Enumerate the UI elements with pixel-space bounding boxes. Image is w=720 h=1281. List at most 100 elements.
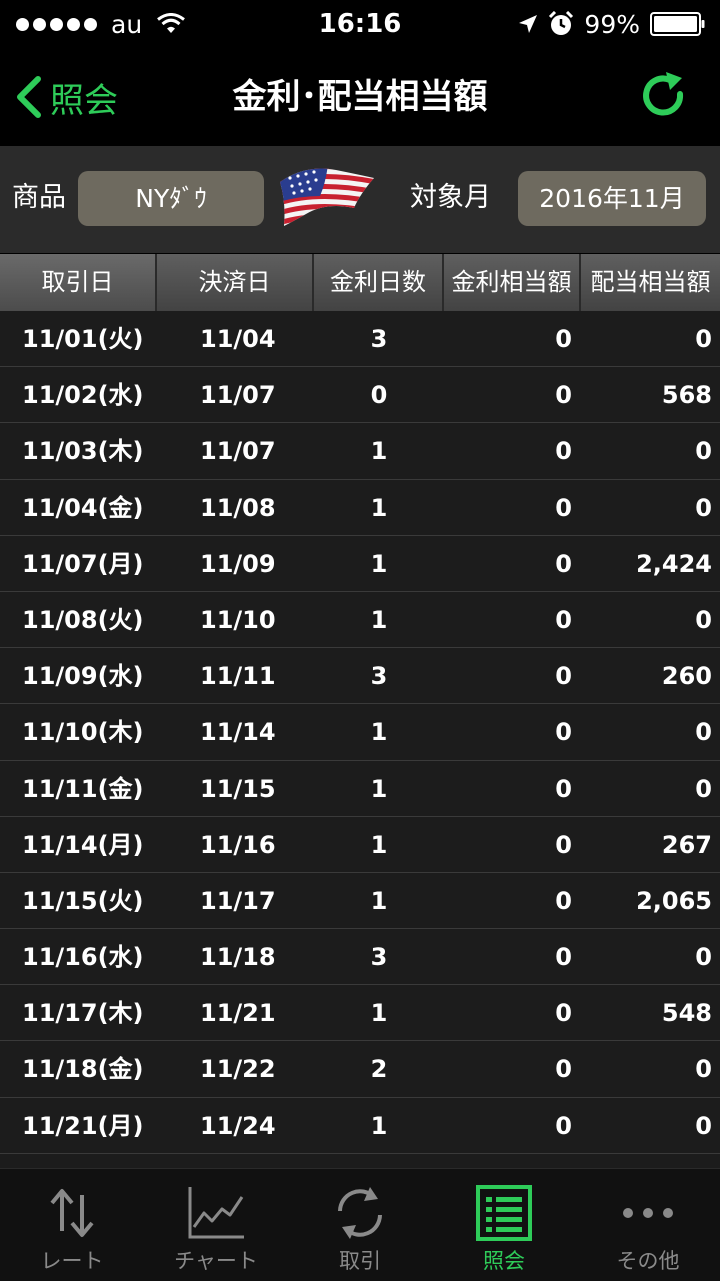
settle-date: 11/22 (200, 1055, 276, 1084)
trade-date: 11/16(水) (22, 943, 144, 972)
interest-amount: 0 (555, 605, 572, 634)
settle-date: 11/08 (200, 493, 276, 522)
tab-bar: レート チャート 取引 照会 その他 (0, 1168, 720, 1281)
column-header-settle-date[interactable]: 決済日 (157, 254, 314, 311)
settle-date: 11/21 (200, 999, 276, 1028)
interest-days: 1 (370, 886, 388, 915)
interest-amount: 0 (555, 493, 572, 522)
trade-cycle-icon (338, 1187, 382, 1239)
dividend-amount: 0 (695, 774, 712, 803)
dividend-amount: 0 (695, 1055, 712, 1084)
trade-date: 11/08(火) (22, 605, 144, 634)
dividend-amount: 267 (661, 830, 712, 859)
table-header: 取引日 決済日 金利日数 金利相当額 配当相当額 (0, 254, 720, 311)
column-header-dividend-amount[interactable]: 配当相当額 (581, 254, 720, 311)
trade-date: 11/11(金) (22, 774, 144, 803)
chart-icon (188, 1187, 244, 1239)
interest-days: 1 (370, 549, 388, 578)
table-row: 11/11(金) 11/15 1 0 0 (0, 761, 720, 817)
tab-rate[interactable]: レート (0, 1169, 144, 1281)
interest-amount: 0 (555, 549, 572, 578)
interest-amount: 0 (555, 999, 572, 1028)
trade-date: 11/18(金) (22, 1055, 144, 1084)
settle-date: 11/04 (200, 325, 276, 353)
interest-amount: 0 (555, 886, 572, 915)
settle-date: 11/24 (200, 1111, 276, 1140)
tab-more[interactable]: その他 (576, 1169, 720, 1281)
status-right: 99% (518, 8, 706, 40)
trade-date: 11/01(火) (22, 325, 144, 353)
trade-date: 11/02(水) (22, 381, 144, 410)
table-row: 11/10(木) 11/14 1 0 0 (0, 704, 720, 761)
table-row: 11/18(金) 11/22 2 0 0 (0, 1041, 720, 1098)
interest-days: 1 (370, 774, 388, 803)
tab-chart-label: チャート (174, 1249, 258, 1273)
interest-days: 1 (370, 605, 388, 634)
rate-arrows-icon (50, 1189, 94, 1237)
navigation-bar: 照会 金利･配当相当額 (0, 48, 720, 145)
settle-date: 11/09 (200, 549, 276, 578)
dividend-amount: 548 (661, 999, 712, 1028)
interest-days: 1 (370, 830, 388, 859)
settle-date: 11/17 (200, 886, 276, 915)
settle-date: 11/10 (200, 605, 276, 634)
settle-date: 11/11 (200, 662, 276, 691)
dividend-amount: 0 (695, 605, 712, 634)
table-row: 11/09(水) 11/11 3 0 260 (0, 648, 720, 705)
dividend-amount: 2,065 (636, 886, 712, 915)
product-select[interactable]: NYﾀﾞｳ (78, 171, 264, 226)
dividend-amount: 0 (695, 718, 712, 747)
refresh-icon[interactable] (638, 70, 690, 122)
trade-date: 11/17(木) (22, 999, 144, 1028)
table-row: 11/04(金) 11/08 1 0 0 (0, 480, 720, 536)
page-title: 金利･配当相当額 (232, 77, 488, 117)
table-row: 11/21(月) 11/24 1 0 0 (0, 1098, 720, 1154)
table-body[interactable]: 11/01(火) 11/04 3 0 0 11/02(水) 11/07 0 0 … (0, 311, 720, 1168)
interest-days: 1 (370, 1111, 388, 1140)
tab-more-label: その他 (616, 1249, 680, 1273)
table-row: 11/16(水) 11/18 3 0 0 (0, 929, 720, 986)
settle-date: 11/16 (200, 830, 276, 859)
table-row: 11/08(火) 11/10 1 0 0 (0, 592, 720, 649)
table-row: 11/14(月) 11/16 1 0 267 (0, 817, 720, 873)
tab-rate-label: レート (40, 1249, 104, 1273)
interest-days: 0 (370, 381, 388, 410)
table-row: 11/07(月) 11/09 1 0 2,424 (0, 536, 720, 592)
dividend-amount: 0 (695, 325, 712, 353)
table-row: 11/17(木) 11/21 1 0 548 (0, 985, 720, 1042)
alarm-clock-icon (549, 11, 574, 35)
tab-trade-label: 取引 (339, 1249, 381, 1273)
tab-chart[interactable]: チャート (144, 1169, 288, 1281)
interest-amount: 0 (555, 437, 572, 466)
month-label: 対象月 (410, 182, 491, 213)
tab-inquiry[interactable]: 照会 (432, 1169, 576, 1281)
table-row: 11/03(木) 11/07 1 0 0 (0, 423, 720, 480)
more-dots-icon (623, 1208, 673, 1218)
column-header-interest-amount[interactable]: 金利相当額 (444, 254, 581, 311)
interest-days: 3 (370, 943, 388, 972)
column-header-trade-date[interactable]: 取引日 (0, 254, 157, 311)
settle-date: 11/07 (200, 437, 276, 466)
dividend-amount: 2,424 (636, 549, 712, 578)
table-row: 11/15(火) 11/17 1 0 2,065 (0, 873, 720, 930)
tab-trade[interactable]: 取引 (288, 1169, 432, 1281)
trade-date: 11/21(月) (22, 1111, 144, 1140)
interest-amount: 0 (555, 774, 572, 803)
interest-amount: 0 (555, 662, 572, 691)
tab-inquiry-label: 照会 (483, 1249, 525, 1273)
trade-date: 11/03(木) (22, 437, 144, 466)
column-header-interest-days[interactable]: 金利日数 (314, 254, 444, 311)
table-row: 11/02(水) 11/07 0 0 568 (0, 367, 720, 424)
interest-days: 1 (370, 493, 388, 522)
month-select[interactable]: 2016年11月 (518, 171, 706, 226)
interest-days: 1 (370, 718, 388, 747)
settle-date: 11/18 (200, 943, 276, 972)
interest-days: 3 (370, 662, 388, 691)
settle-date: 11/07 (200, 381, 276, 410)
interest-amount: 0 (555, 381, 572, 410)
trade-date: 11/04(金) (22, 493, 144, 522)
trade-date: 11/14(月) (22, 830, 144, 859)
battery-icon (650, 12, 705, 36)
trade-date: 11/07(月) (22, 549, 144, 578)
interest-amount: 0 (555, 718, 572, 747)
